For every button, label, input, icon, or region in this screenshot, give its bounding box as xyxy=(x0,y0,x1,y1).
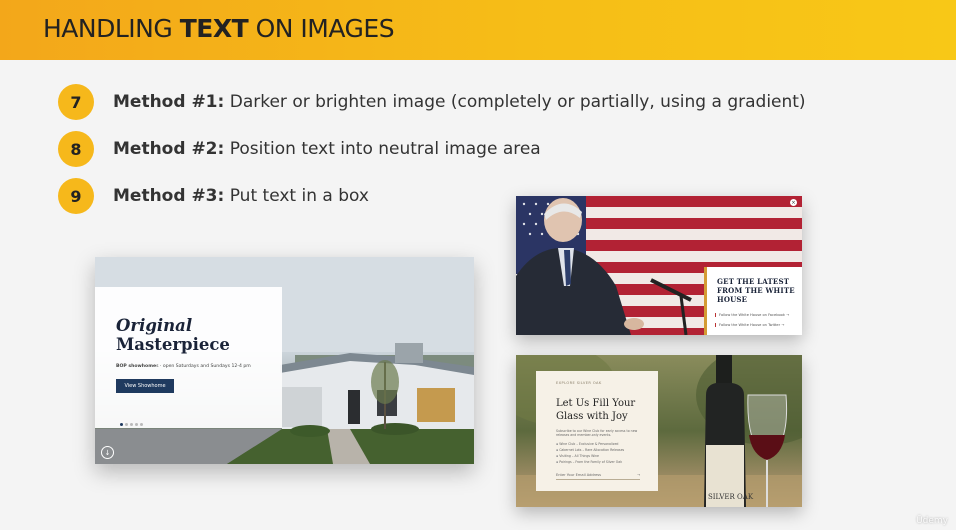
newsletter-text-box: GET THE LATEST FROM THE WHITE HOUSE Follow… xyxy=(704,267,802,335)
view-showhome-button[interactable]: View Showhome xyxy=(116,379,174,393)
title-bold: TEXT xyxy=(179,14,249,43)
twitter-link[interactable]: Follow the White House on Twitter → xyxy=(715,323,784,327)
method-text: Method #1: Darker or brighten image (com… xyxy=(113,92,806,112)
carousel-dots[interactable] xyxy=(120,411,145,430)
house-example-image: Original Masterpiece BOP showhomes · open… xyxy=(95,257,474,464)
method-text: Method #3: Put text in a box xyxy=(113,186,369,206)
wine-example-image: SILVER OAK EXPLORE SILVER OAK Let Us Fil… xyxy=(516,355,802,507)
download-icon[interactable]: ↓ xyxy=(101,446,114,459)
wine-list: Wine Club – Exclusive & Personalized Cab… xyxy=(556,441,624,465)
email-field[interactable]: Enter Your Email Address → xyxy=(556,471,640,480)
house-title: Original Masterpiece xyxy=(116,316,230,354)
bottle-label: SILVER OAK xyxy=(708,493,754,501)
newsletter-heading: GET THE LATEST FROM THE WHITE HOUSE xyxy=(717,277,795,304)
close-icon[interactable]: × xyxy=(790,199,797,206)
udemy-watermark: Ūdemy xyxy=(916,516,948,526)
president-example-image: × GET THE LATEST FROM THE WHITE HOUSE Foll… xyxy=(516,196,802,335)
wine-title: Let Us Fill Your Glass with Joy xyxy=(556,398,636,422)
house-text-box: Original Masterpiece BOP showhomes · open… xyxy=(95,287,282,428)
page-title: HANDLING TEXT ON IMAGES xyxy=(43,14,395,43)
method-number-badge: 7 xyxy=(58,84,94,120)
list-item: Pairings – From the Family of Silver Oak xyxy=(556,459,624,465)
wine-copy: Subscribe to our Wine Club for early acc… xyxy=(556,429,638,438)
title-suffix: ON IMAGES xyxy=(255,14,395,43)
wine-kicker: EXPLORE SILVER OAK xyxy=(556,381,602,385)
wine-text-box: EXPLORE SILVER OAK Let Us Fill Your Glass… xyxy=(536,371,658,491)
facebook-link[interactable]: Follow the White House on Facebook → xyxy=(715,313,789,317)
method-number-badge: 8 xyxy=(58,131,94,167)
title-prefix: HANDLING xyxy=(43,14,173,43)
method-text: Method #2: Position text into neutral im… xyxy=(113,139,541,159)
arrow-right-icon: → xyxy=(636,473,640,477)
header-bar: HANDLING TEXT ON IMAGES xyxy=(0,0,956,60)
house-subtitle: BOP showhomes · open Saturdays and Sunda… xyxy=(116,364,251,369)
method-number-badge: 9 xyxy=(58,178,94,214)
